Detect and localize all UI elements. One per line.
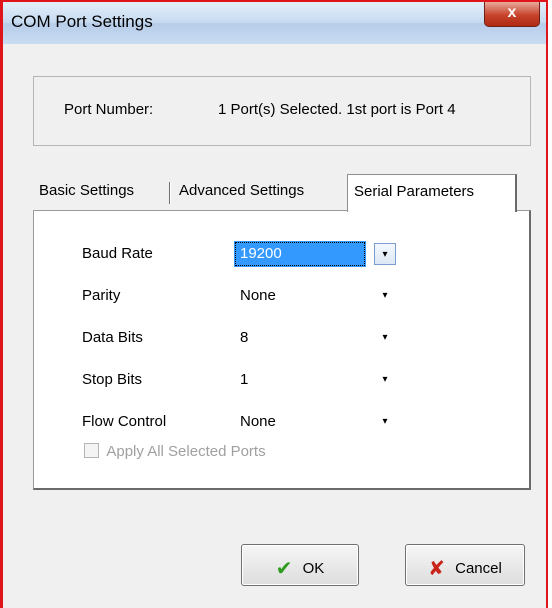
data-bits-label: Data Bits xyxy=(82,329,143,346)
com-port-settings-dialog: COM Port Settings x Port Number: 1 Port(… xyxy=(0,0,548,608)
tab-basic-settings[interactable]: Basic Settings xyxy=(33,178,171,208)
data-bits-value: 8 xyxy=(240,329,249,346)
title-bar[interactable]: COM Port Settings x xyxy=(3,2,546,44)
window-title: COM Port Settings xyxy=(11,12,153,31)
baud-rate-value: 19200 xyxy=(240,245,282,262)
ok-label: OK xyxy=(302,560,325,577)
cancel-label: Cancel xyxy=(455,560,502,577)
chevron-down-icon[interactable]: ▾ xyxy=(374,327,396,349)
baud-rate-select[interactable]: 19200 ▾ xyxy=(234,241,396,267)
parity-label: Parity xyxy=(82,287,121,304)
port-number-value: 1 Port(s) Selected. 1st port is Port 4 xyxy=(218,101,456,118)
tab-label: Serial Parameters xyxy=(354,183,475,200)
flow-control-label: Flow Control xyxy=(82,413,167,430)
apply-all-checkbox[interactable] xyxy=(84,443,99,458)
stop-bits-value: 1 xyxy=(240,371,249,388)
chevron-down-icon[interactable]: ▾ xyxy=(374,411,396,433)
chevron-down-icon[interactable]: ▾ xyxy=(374,243,396,265)
cancel-button[interactable]: ✘ Cancel xyxy=(405,544,525,586)
stop-bits-select[interactable]: 1 ▾ xyxy=(234,367,392,393)
data-bits-select[interactable]: 8 ▾ xyxy=(234,325,392,351)
port-number-box: Port Number: 1 Port(s) Selected. 1st por… xyxy=(33,76,531,146)
chevron-down-icon[interactable]: ▾ xyxy=(374,285,396,307)
close-icon: x xyxy=(507,4,517,21)
flow-control-value: None xyxy=(240,413,276,430)
cross-icon: ✘ xyxy=(428,558,445,580)
tab-label: Advanced Settings xyxy=(179,182,305,199)
parity-value: None xyxy=(240,287,276,304)
serial-parameters-panel: Baud Rate 19200 ▾ Parity None ▾ Data Bit… xyxy=(33,210,531,490)
tab-separator xyxy=(169,182,171,204)
port-number-label: Port Number: xyxy=(64,101,154,118)
checkmark-icon: ✔ xyxy=(275,558,293,580)
chevron-down-icon[interactable]: ▾ xyxy=(374,369,396,391)
tab-serial-parameters[interactable]: Serial Parameters xyxy=(347,174,517,212)
flow-control-select[interactable]: None ▾ xyxy=(234,409,392,435)
tab-advanced-settings[interactable]: Advanced Settings xyxy=(173,178,345,208)
ok-button[interactable]: ✔ OK xyxy=(241,544,359,586)
tab-label: Basic Settings xyxy=(39,182,135,199)
apply-all-label: Apply All Selected Ports xyxy=(106,443,266,460)
close-button[interactable]: x xyxy=(484,2,540,27)
apply-all-selected-ports[interactable]: Apply All Selected Ports xyxy=(84,443,266,460)
parity-select[interactable]: None ▾ xyxy=(234,283,392,309)
baud-rate-label: Baud Rate xyxy=(82,245,153,262)
stop-bits-label: Stop Bits xyxy=(82,371,143,388)
